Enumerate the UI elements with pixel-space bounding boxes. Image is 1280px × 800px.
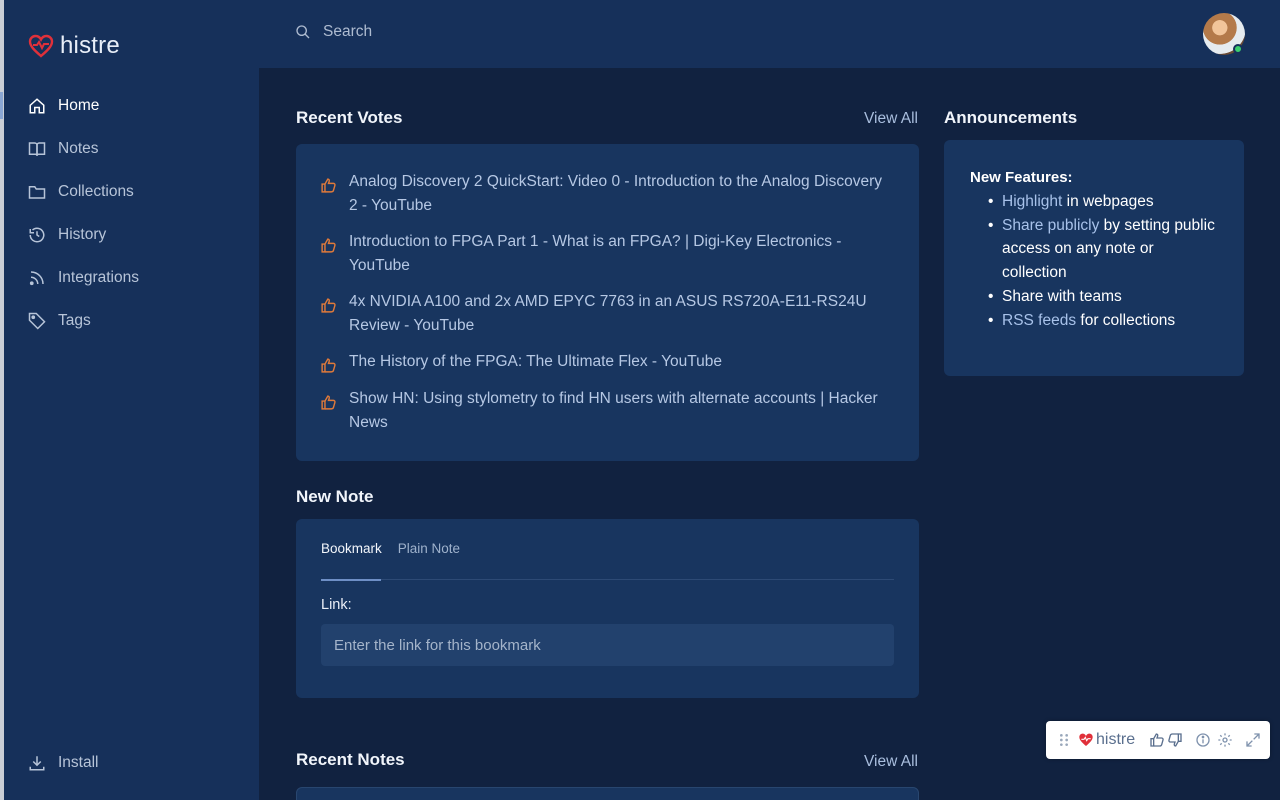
recent-votes-card: Analog Discovery 2 QuickStart: Video 0 -… [296,144,919,461]
histre-extension-widget: histre [1046,721,1270,759]
sidebar-item-tags[interactable]: Tags [4,299,259,342]
expand-icon[interactable] [1245,732,1261,748]
announcements-heading: New Features: [970,169,1073,186]
app-name: histre [60,32,120,59]
search-input[interactable]: Search [323,23,372,41]
recent-notes-card [296,787,919,800]
feature-list: Highlight in webpages Share publicly by … [988,190,1217,333]
sidebar-item-label: Tags [58,311,91,329]
tab-bookmark[interactable]: Bookmark [321,541,382,576]
top-bar: Search [259,0,1280,68]
sidebar-item-label: Notes [58,139,99,157]
search-icon [296,25,310,39]
thumbs-up-icon [321,298,336,313]
thumbs-up-icon [321,358,336,373]
sidebar-item-install[interactable]: Install [4,741,259,784]
sidebar-nav: Home Notes Collections History Integrati… [0,84,259,342]
sidebar-item-label: Home [58,96,100,114]
list-item: Share publicly by setting public access … [988,214,1217,285]
rss-icon [29,270,44,285]
folder-icon [28,185,46,199]
rss-feeds-link[interactable]: RSS feeds [1002,312,1076,329]
feature-text: for collections [1076,311,1176,329]
gear-icon[interactable] [1217,732,1233,748]
list-item: Show HN: Using stylometry to find HN use… [320,387,890,435]
announcements-card: New Features: Highlight in webpages Shar… [944,140,1244,376]
sidebar-item-history[interactable]: History [4,213,259,256]
sidebar-item-label: Collections [58,182,134,200]
sidebar-item-label: Install [58,753,99,771]
tab-divider [321,579,894,580]
sidebar-item-label: Integrations [58,268,139,286]
list-item: Highlight in webpages [988,190,1217,214]
feature-text: in webpages [1062,193,1154,210]
download-icon [29,755,45,770]
book-icon [28,141,46,156]
tab-plain-note[interactable]: Plain Note [398,541,460,576]
sidebar-item-label: History [58,225,107,243]
new-note-title: New Note [296,487,374,506]
recent-notes-view-all-link[interactable]: View All [864,753,918,771]
thumbs-up-icon [321,238,336,253]
thumbs-down-icon[interactable] [1167,732,1183,748]
announcements-title: Announcements [944,108,1078,127]
logo[interactable]: histre [28,32,120,60]
recent-votes-view-all-link[interactable]: View All [864,110,918,128]
home-icon [29,97,45,113]
vote-link[interactable]: Analog Discovery 2 QuickStart: Video 0 -… [349,170,890,218]
thumbs-up-icon [321,178,336,193]
vote-link[interactable]: Show HN: Using stylometry to find HN use… [349,387,890,435]
link-label: Link: [321,597,352,613]
share-publicly-link[interactable]: Share publicly [1002,217,1099,234]
sidebar-item-integrations[interactable]: Integrations [4,256,259,299]
note-type-tabs: Bookmark Plain Note [321,541,460,576]
vote-link[interactable]: The History of the FPGA: The Ultimate Fl… [349,350,722,374]
feature-text: Share with teams [1002,287,1122,305]
history-icon [29,227,45,242]
list-item: Introduction to FPGA Part 1 - What is an… [320,230,890,278]
online-status-indicator [1233,44,1243,54]
recent-votes-title: Recent Votes [296,108,403,127]
heart-logo-icon [28,34,54,58]
list-item: RSS feeds for collections [988,309,1217,333]
sidebar-item-notes[interactable]: Notes [4,127,259,170]
vote-link[interactable]: Introduction to FPGA Part 1 - What is an… [349,230,890,278]
vote-link[interactable]: 4x NVIDIA A100 and 2x AMD EPYC 7763 in a… [349,290,890,338]
list-item: 4x NVIDIA A100 and 2x AMD EPYC 7763 in a… [320,290,890,338]
tag-icon [28,312,46,330]
thumbs-up-icon[interactable] [1149,732,1165,748]
info-icon[interactable] [1195,732,1211,748]
widget-label: histre [1096,731,1136,748]
sidebar-item-collections[interactable]: Collections [4,170,259,213]
sidebar-item-home[interactable]: Home [0,84,259,127]
search-box[interactable]: Search [295,23,372,41]
list-item: Analog Discovery 2 QuickStart: Video 0 -… [320,170,890,218]
recent-notes-title: Recent Notes [296,750,405,769]
link-input[interactable] [321,624,894,666]
list-item: Share with teams [988,285,1217,309]
heart-logo-icon [1079,733,1093,746]
active-tab-indicator [321,579,381,581]
drag-handle-icon[interactable] [1056,732,1072,748]
thumbs-up-icon [321,395,336,410]
sidebar: histre Home Notes Collections History In… [0,0,259,800]
list-item: The History of the FPGA: The Ultimate Fl… [320,350,890,374]
new-note-card: Bookmark Plain Note Link: [296,519,919,698]
highlight-link[interactable]: Highlight [1002,193,1062,210]
